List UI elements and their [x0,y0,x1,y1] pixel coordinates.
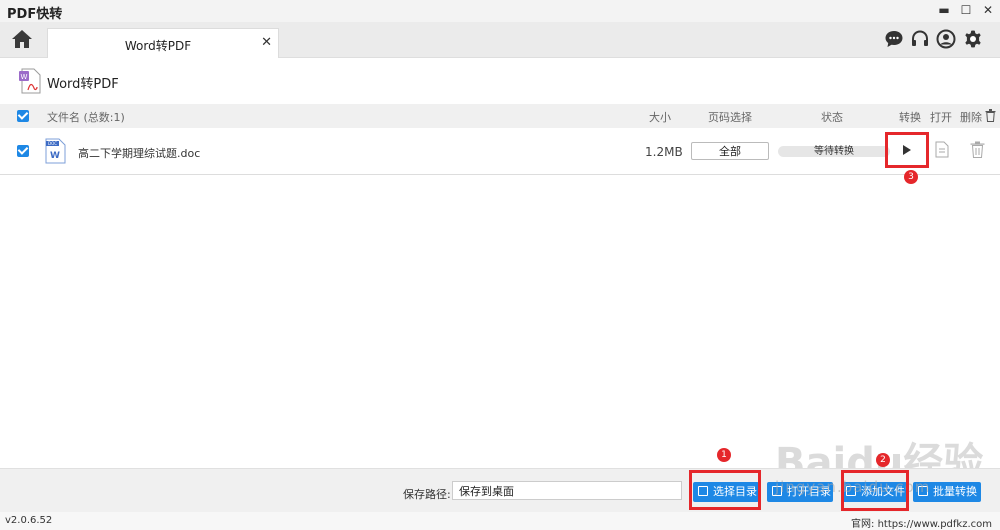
marker-1: 1 [717,448,731,462]
batch-convert-label: 批量转换 [933,485,977,498]
home-icon[interactable] [10,28,34,50]
tab-close-icon[interactable]: ✕ [261,35,272,50]
file-name: 高二下学期理综试题.doc [78,147,201,160]
word-to-pdf-logo-icon: W [19,68,41,94]
col-status: 状态 [821,111,843,124]
svg-text:W: W [21,73,28,81]
gear-icon[interactable] [963,29,983,49]
row-checkbox[interactable] [17,145,29,157]
page-select-button[interactable]: 全部 [691,142,769,160]
highlight-box-1 [689,470,761,510]
highlight-box-2 [841,470,909,511]
chat-icon[interactable] [884,29,904,49]
user-icon[interactable] [936,29,956,49]
website-link[interactable]: 官网: https://www.pdfkz.com [851,515,992,530]
title-bar: PDF快转 ▬ ☐ ✕ [0,0,1000,23]
status-bar: v2.0.6.52 官网: https://www.pdfkz.com [0,512,1000,530]
svg-text:DOC: DOC [48,141,57,146]
col-page-select: 页码选择 [708,111,752,124]
table-row: DOC W 高二下学期理综试题.doc 1.2MB 全部 等待转换 [0,128,1000,175]
save-path-input[interactable] [452,481,682,500]
maximize-button[interactable]: ☐ [958,2,974,18]
col-size: 大小 [649,111,671,124]
status-badge: 等待转换 [778,146,890,157]
delete-row-icon[interactable] [970,141,985,158]
delete-all-icon[interactable] [985,109,996,122]
col-delete: 删除 [960,111,982,124]
minimize-button[interactable]: ▬ [936,2,952,18]
convert-button[interactable] [885,132,929,168]
close-window-button[interactable]: ✕ [980,2,996,18]
col-convert: 转换 [899,111,921,124]
file-size: 1.2MB [645,145,683,159]
open-file-icon[interactable] [935,141,949,158]
tab-word-to-pdf[interactable]: Word转PDF ✕ [47,28,279,58]
play-icon [903,145,911,155]
col-filename: 文件名 (总数:1) [47,111,125,124]
tab-bar: Word转PDF ✕ [0,22,1000,58]
version-label: v2.0.6.52 [5,515,53,526]
col-open: 打开 [930,111,952,124]
section-title: Word转PDF [47,77,119,92]
tab-label: Word转PDF [124,39,192,53]
headset-icon[interactable] [910,29,930,49]
word-file-icon: DOC W [45,138,66,164]
svg-text:W: W [50,151,60,161]
table-header: 文件名 (总数:1) 大小 页码选择 状态 转换 打开 删除 [0,104,1000,128]
marker-2: 2 [876,453,890,467]
app-title: PDF快转 [7,7,63,22]
save-path-label: 保存路径: [403,488,451,501]
marker-3: 3 [904,170,918,184]
select-all-checkbox[interactable] [17,110,29,122]
